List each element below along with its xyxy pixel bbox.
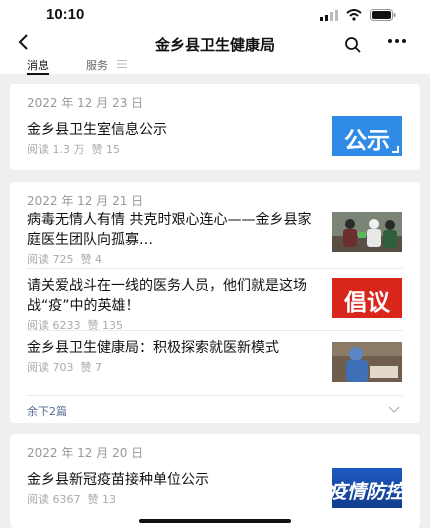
divider bbox=[27, 330, 403, 331]
article-item[interactable]: 金乡县卫生室信息公示 阅读 1.3 万 赞 15 bbox=[27, 120, 317, 157]
divider bbox=[27, 268, 403, 269]
article-item[interactable]: 请关爱战斗在一线的医务人员，他们就是这场战“疫”中的英雄！ 阅读 6233 赞 … bbox=[27, 276, 317, 333]
article-title: 病毒无情人有情 共克时艰心连心——金乡县家庭医生团队向孤寡… bbox=[27, 212, 312, 248]
thumbnail-text: 疫情防控 bbox=[332, 481, 402, 503]
signal-icon bbox=[320, 9, 338, 21]
more-articles-link[interactable]: 余下2篇 bbox=[27, 403, 67, 419]
status-bar: 10:10 bbox=[0, 0, 430, 30]
thumbnail-text: 倡议 bbox=[344, 290, 390, 316]
article-meta: 阅读 6367 赞 13 bbox=[27, 493, 116, 506]
article-meta: 阅读 725 赞 4 bbox=[27, 253, 102, 266]
message-card: 2022 年 12 月 21 日 病毒无情人有情 共克时艰心连心——金乡县家庭医… bbox=[10, 182, 420, 423]
search-icon[interactable] bbox=[344, 36, 362, 58]
more-icon[interactable] bbox=[387, 31, 407, 56]
article-thumbnail[interactable]: 公示 bbox=[332, 116, 402, 156]
article-item[interactable]: 金乡县卫生健康局：积极探索就医新模式 阅读 703 赞 7 bbox=[27, 338, 317, 375]
date-label: 2022 年 12 月 21 日 bbox=[27, 194, 144, 208]
thumbnail-mark bbox=[392, 146, 399, 153]
article-meta: 阅读 1.3 万 赞 15 bbox=[27, 143, 120, 156]
article-title: 金乡县卫生健康局：积极探索就医新模式 bbox=[27, 340, 279, 356]
page-title: 金乡县卫生健康局 bbox=[154, 36, 275, 54]
date-label: 2022 年 12 月 20 日 bbox=[27, 446, 144, 460]
article-thumbnail[interactable]: 疫情防控 bbox=[332, 468, 402, 508]
tab-services[interactable]: 服务 bbox=[86, 57, 108, 73]
chevron-down-icon[interactable] bbox=[388, 406, 400, 414]
nav-bar: 金乡县卫生健康局 bbox=[0, 30, 430, 58]
status-time: 10:10 bbox=[46, 6, 85, 23]
tab-bar: 消息 服务 bbox=[0, 57, 430, 75]
wifi-icon bbox=[346, 9, 362, 21]
article-title: 请关爱战斗在一线的医务人员，他们就是这场战“疫”中的英雄！ bbox=[27, 278, 307, 314]
article-thumbnail[interactable] bbox=[332, 212, 402, 252]
article-meta: 阅读 703 赞 7 bbox=[27, 361, 102, 374]
message-card: 2022 年 12 月 20 日 金乡县新冠疫苗接种单位公示 阅读 6367 赞… bbox=[10, 434, 420, 528]
photo-medic-image bbox=[332, 342, 402, 382]
tab-messages[interactable]: 消息 bbox=[27, 57, 49, 75]
article-item[interactable]: 病毒无情人有情 共克时艰心连心——金乡县家庭医生团队向孤寡… 阅读 725 赞 … bbox=[27, 210, 317, 267]
article-item[interactable]: 金乡县新冠疫苗接种单位公示 阅读 6367 赞 13 bbox=[27, 470, 317, 507]
message-card: 2022 年 12 月 23 日 金乡县卫生室信息公示 阅读 1.3 万 赞 1… bbox=[10, 84, 420, 170]
article-thumbnail[interactable]: 倡议 bbox=[332, 278, 402, 318]
article-thumbnail[interactable] bbox=[332, 342, 402, 382]
date-label: 2022 年 12 月 23 日 bbox=[27, 96, 144, 110]
divider bbox=[27, 395, 403, 396]
article-title: 金乡县卫生室信息公示 bbox=[27, 122, 167, 138]
home-indicator bbox=[139, 519, 291, 523]
battery-icon bbox=[370, 9, 396, 21]
article-title: 金乡县新冠疫苗接种单位公示 bbox=[27, 472, 209, 488]
photo-doctors-image bbox=[332, 212, 402, 252]
status-icons bbox=[320, 9, 396, 21]
menu-icon bbox=[117, 60, 127, 68]
